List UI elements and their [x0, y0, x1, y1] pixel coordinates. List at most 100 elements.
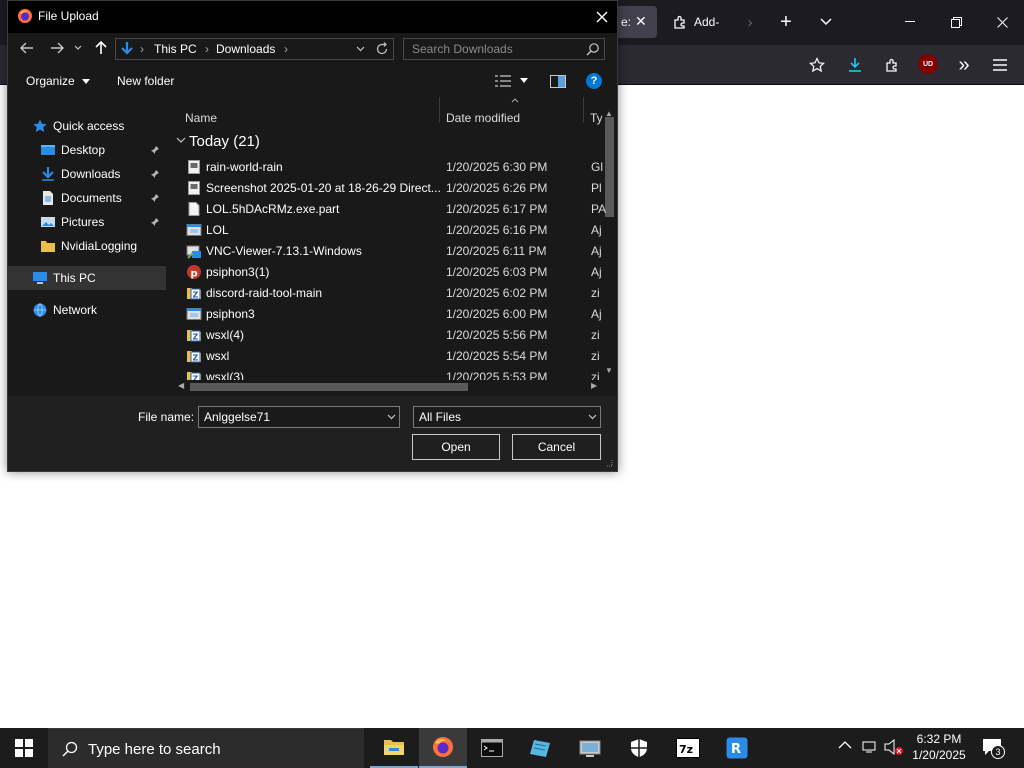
notifications-icon[interactable]: 3 [982, 738, 1005, 759]
ublock-icon[interactable]: UD [918, 54, 938, 74]
blank-file-icon [188, 202, 200, 216]
scroll-right-icon[interactable]: ▶ [591, 381, 597, 390]
file-rows: rain-world-rain 1/20/2025 6:30 PM Gl Screen… [8, 1, 617, 380]
file-type: Aj [591, 244, 602, 258]
svg-text:p: p [191, 269, 198, 280]
rdp-client-icon[interactable]: R [713, 728, 761, 768]
zip-folder-icon: Z [187, 372, 201, 380]
file-row[interactable]: LOL.5hDAcRMz.exe.part 1/20/2025 6:17 PM PA [183, 199, 617, 220]
network-tray-icon[interactable] [862, 739, 880, 755]
file-row[interactable]: psiphon3 1/20/2025 6:00 PM Aj [183, 304, 617, 325]
browser-tab-addons[interactable]: Add- [664, 6, 734, 38]
file-date-modified: 1/20/2025 6:11 PM [446, 244, 547, 258]
overflow-chevrons-icon[interactable]: » [952, 53, 976, 77]
file-row[interactable]: VNC-Viewer-7.13.1-Windows 1/20/2025 6:11 … [183, 241, 617, 262]
taskbar-search-placeholder: Type here to search [88, 741, 221, 758]
zip-folder-icon: Z [187, 351, 201, 363]
taskbar-search-box[interactable]: Type here to search [48, 728, 364, 768]
file-type: zi [591, 328, 600, 342]
file-date-modified: 1/20/2025 5:56 PM [446, 328, 548, 342]
file-type: Gl [591, 160, 603, 174]
file-date-modified: 1/20/2025 6:00 PM [446, 307, 548, 321]
file-type: zi [591, 286, 600, 300]
start-windows-icon[interactable] [0, 728, 48, 768]
terminal-icon[interactable] [468, 728, 516, 768]
puzzle-icon [674, 15, 685, 29]
tab-scroll-right-icon[interactable]: › [738, 10, 762, 34]
app-window-icon [186, 308, 202, 320]
7zip-icon[interactable]: 7z [664, 728, 712, 768]
file-row[interactable]: Zdiscord-raid-tool-main 1/20/2025 6:02 PM… [183, 283, 617, 304]
svg-text:Z: Z [193, 354, 199, 363]
new-tab-icon[interactable]: + [774, 10, 798, 34]
restore-icon[interactable] [942, 8, 970, 36]
zip-folder-icon: Z [187, 288, 201, 300]
file-row[interactable]: rain-world-rain 1/20/2025 6:30 PM Gl [183, 157, 617, 178]
file-name: VNC-Viewer-7.13.1-Windows [206, 244, 362, 258]
file-name-input[interactable]: Anlggelse71 [198, 406, 400, 428]
close-window-icon[interactable] [988, 8, 1016, 36]
file-date-modified: 1/20/2025 6:16 PM [446, 223, 548, 237]
zip-folder-icon: Z [187, 330, 201, 342]
file-name: wsxl(4) [206, 328, 244, 342]
cancel-button[interactable]: Cancel [512, 434, 601, 460]
file-name: psiphon3 [206, 307, 255, 321]
file-row[interactable]: LOL 1/20/2025 6:16 PM Aj [183, 220, 617, 241]
file-type: Aj [591, 307, 602, 321]
file-name: discord-raid-tool-main [206, 286, 323, 300]
list-tabs-chevron-icon[interactable] [814, 10, 838, 34]
volume-muted-icon[interactable] [884, 738, 904, 756]
file-type: Aj [591, 223, 602, 237]
close-tab-icon[interactable]: ✕ [635, 13, 647, 30]
hamburger-menu-icon[interactable] [988, 53, 1012, 77]
file-name-value: Anlggelse71 [204, 410, 271, 424]
horizontal-scroll-thumb[interactable] [190, 383, 468, 391]
downloads-icon[interactable] [843, 53, 867, 77]
file-type-select[interactable]: All Files [413, 406, 601, 428]
network-monitor-icon[interactable] [566, 728, 614, 768]
file-name: wsxl [206, 349, 230, 363]
tray-overflow-chevron-icon[interactable] [838, 740, 852, 750]
file-row[interactable]: p psiphon3(1) 1/20/2025 6:03 PM Aj [183, 262, 617, 283]
file-row[interactable]: Screenshot 2025-01-20 at 18-26-29 Direct… [183, 178, 617, 199]
file-upload-dialog: File Upload › This PC › Downloads › Sear… [7, 0, 618, 472]
search-icon [62, 741, 78, 757]
file-date-modified: 1/20/2025 5:54 PM [446, 349, 548, 363]
file-name: LOL [206, 223, 229, 237]
file-date-modified: 1/20/2025 6:03 PM [446, 265, 548, 279]
file-explorer-icon[interactable] [370, 728, 418, 768]
minimize-icon[interactable] [896, 8, 924, 36]
file-row[interactable]: Zwsxl 1/20/2025 5:54 PM zi [183, 346, 617, 367]
file-date-modified: 1/20/2025 6:02 PM [446, 286, 548, 300]
svg-text:R: R [731, 742, 741, 757]
open-button[interactable]: Open [412, 434, 500, 460]
taskbar-clock[interactable]: 6:32 PM 1/20/2025 [908, 731, 970, 763]
svg-text:Z: Z [193, 291, 199, 300]
file-type-chevron-icon[interactable] [588, 414, 597, 420]
svg-text:7z: 7z [679, 743, 693, 756]
resize-grip-icon[interactable] [605, 459, 613, 467]
extensions-puzzle-icon[interactable] [880, 53, 904, 77]
installer-icon [186, 245, 201, 259]
file-name-chevron-icon[interactable] [387, 414, 396, 420]
security-shield-icon[interactable] [615, 728, 663, 768]
scroll-left-icon[interactable]: ◀ [178, 381, 184, 390]
app-window-icon [186, 224, 202, 236]
file-type-value: All Files [419, 410, 462, 424]
file-date-modified: 1/20/2025 6:26 PM [446, 181, 548, 195]
firefox-taskbar-icon[interactable] [419, 728, 467, 768]
dialog-bottom-bar: File name: Anlggelse71 All Files Open Ca… [8, 396, 617, 471]
notes-app-icon[interactable] [517, 728, 565, 768]
file-type: Aj [591, 265, 602, 279]
bookmark-star-icon[interactable] [805, 53, 829, 77]
file-row[interactable]: Zwsxl(4) 1/20/2025 5:56 PM zi [183, 325, 617, 346]
tab-label: Add- [694, 15, 720, 29]
file-type: PA [591, 202, 607, 216]
ublock-badge: UD [922, 60, 934, 68]
clock-date: 1/20/2025 [912, 748, 966, 762]
file-type: zi [591, 349, 600, 363]
horizontal-scrollbar[interactable]: ◀ ▶ [176, 380, 602, 394]
file-name: wsxl(3) [206, 370, 244, 380]
file-row[interactable]: Zwsxl(3) 1/20/2025 5:53 PM zi [183, 367, 617, 380]
notification-count-badge: 3 [991, 745, 1005, 759]
